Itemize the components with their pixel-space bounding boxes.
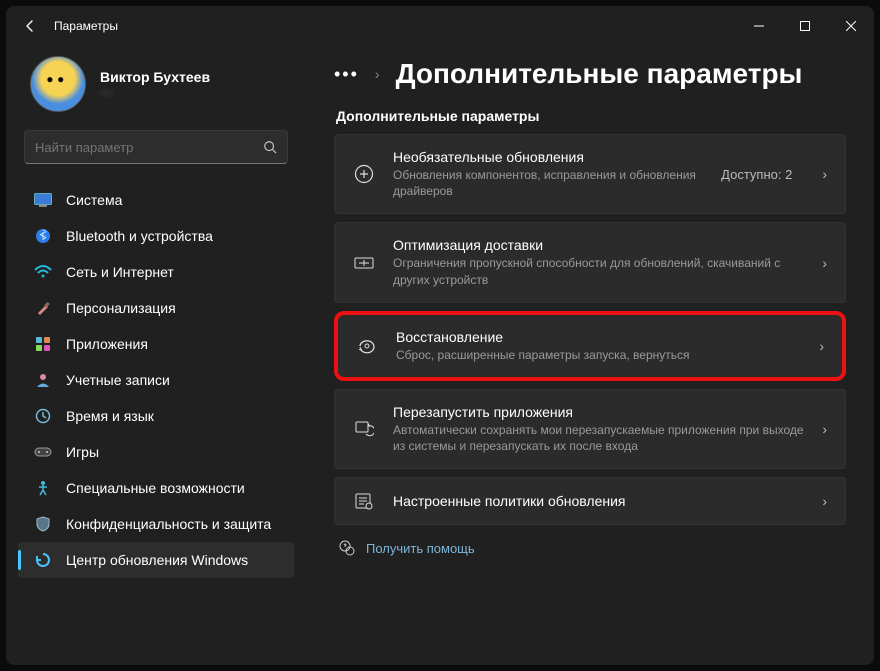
clock-icon: [34, 407, 52, 425]
window-controls: [736, 6, 874, 46]
window-title: Параметры: [54, 19, 118, 33]
sidebar-item-update[interactable]: Центр обновления Windows: [18, 542, 294, 578]
breadcrumb-more[interactable]: •••: [334, 64, 359, 85]
titlebar: Параметры: [6, 6, 874, 46]
settings-window: Параметры Виктор Бухтеев — Си: [6, 6, 874, 665]
sidebar-item-gaming[interactable]: Игры: [18, 434, 294, 470]
get-help[interactable]: Получить помощь: [338, 539, 846, 557]
section-title: Дополнительные параметры: [336, 108, 846, 124]
search-input[interactable]: [35, 140, 263, 155]
sidebar-item-time[interactable]: Время и язык: [18, 398, 294, 434]
delivery-icon: [353, 255, 375, 271]
sidebar-item-label: Сеть и Интернет: [66, 264, 174, 280]
content: Виктор Бухтеев — Система Bluetooth и уст…: [6, 46, 874, 665]
user-icon: [34, 371, 52, 389]
card-title: Настроенные политики обновления: [393, 493, 804, 509]
gaming-icon: [34, 443, 52, 461]
card-sub: Сброс, расширенные параметры запуска, ве…: [396, 347, 801, 363]
sidebar-item-bluetooth[interactable]: Bluetooth и устройства: [18, 218, 294, 254]
profile-email: —: [100, 85, 210, 99]
policies-icon: [353, 492, 375, 510]
breadcrumb: ••• › Дополнительные параметры: [334, 58, 846, 90]
brush-icon: [34, 299, 52, 317]
profile[interactable]: Виктор Бухтеев —: [12, 46, 300, 130]
profile-name: Виктор Бухтеев: [100, 69, 210, 85]
page-title: Дополнительные параметры: [396, 58, 803, 90]
chevron-right-icon: ›: [822, 166, 827, 182]
sidebar-item-system[interactable]: Система: [18, 182, 294, 218]
avatar: [30, 56, 86, 112]
sidebar: Виктор Бухтеев — Система Bluetooth и уст…: [6, 46, 306, 665]
chevron-right-icon: ›: [822, 493, 827, 509]
bluetooth-icon: [34, 227, 52, 245]
card-trail: Доступно: 2: [721, 167, 792, 182]
shield-icon: [34, 515, 52, 533]
sidebar-item-label: Центр обновления Windows: [66, 552, 248, 568]
sidebar-item-label: Система: [66, 192, 122, 208]
nav: Система Bluetooth и устройства Сеть и Ин…: [12, 182, 300, 578]
card-title: Необязательные обновления: [393, 149, 703, 165]
help-label: Получить помощь: [366, 541, 475, 556]
plus-circle-icon: [353, 164, 375, 184]
close-button[interactable]: [828, 6, 874, 46]
search-box[interactable]: [24, 130, 288, 164]
update-icon: [34, 551, 52, 569]
back-button[interactable]: [14, 10, 46, 42]
sidebar-item-label: Игры: [66, 444, 99, 460]
system-icon: [34, 191, 52, 209]
sidebar-item-label: Время и язык: [66, 408, 154, 424]
apps-icon: [34, 335, 52, 353]
sidebar-item-apps[interactable]: Приложения: [18, 326, 294, 362]
restart-apps-icon: [353, 420, 375, 438]
sidebar-item-label: Bluetooth и устройства: [66, 228, 213, 244]
chevron-right-icon: ›: [822, 421, 827, 437]
sidebar-item-label: Специальные возможности: [66, 480, 245, 496]
card-title: Оптимизация доставки: [393, 237, 804, 253]
sidebar-item-label: Учетные записи: [66, 372, 170, 388]
sidebar-item-label: Персонализация: [66, 300, 176, 316]
chevron-right-icon: ›: [375, 66, 380, 82]
card-sub: Обновления компонентов, исправления и об…: [393, 167, 703, 199]
main: ••• › Дополнительные параметры Дополните…: [306, 46, 874, 665]
sidebar-item-network[interactable]: Сеть и Интернет: [18, 254, 294, 290]
card-sub: Автоматически сохранять мои перезапускае…: [393, 422, 804, 454]
accessibility-icon: [34, 479, 52, 497]
sidebar-item-label: Приложения: [66, 336, 148, 352]
card-recovery[interactable]: Восстановление Сброс, расширенные параме…: [334, 311, 846, 381]
maximize-button[interactable]: [782, 6, 828, 46]
card-title: Перезапустить приложения: [393, 404, 804, 420]
card-update-policies[interactable]: Настроенные политики обновления ›: [334, 477, 846, 525]
card-title: Восстановление: [396, 329, 801, 345]
sidebar-item-privacy[interactable]: Конфиденциальность и защита: [18, 506, 294, 542]
search-icon: [263, 140, 277, 154]
card-sub: Ограничения пропускной способности для о…: [393, 255, 804, 287]
recovery-icon: [356, 337, 378, 355]
card-delivery-optimization[interactable]: Оптимизация доставки Ограничения пропуск…: [334, 222, 846, 302]
card-restart-apps[interactable]: Перезапустить приложения Автоматически с…: [334, 389, 846, 469]
chevron-right-icon: ›: [822, 255, 827, 271]
sidebar-item-accessibility[interactable]: Специальные возможности: [18, 470, 294, 506]
sidebar-item-accounts[interactable]: Учетные записи: [18, 362, 294, 398]
minimize-button[interactable]: [736, 6, 782, 46]
wifi-icon: [34, 263, 52, 281]
sidebar-item-label: Конфиденциальность и защита: [66, 516, 271, 532]
help-icon: [338, 539, 356, 557]
card-optional-updates[interactable]: Необязательные обновления Обновления ком…: [334, 134, 846, 214]
chevron-right-icon: ›: [819, 338, 824, 354]
sidebar-item-personalization[interactable]: Персонализация: [18, 290, 294, 326]
